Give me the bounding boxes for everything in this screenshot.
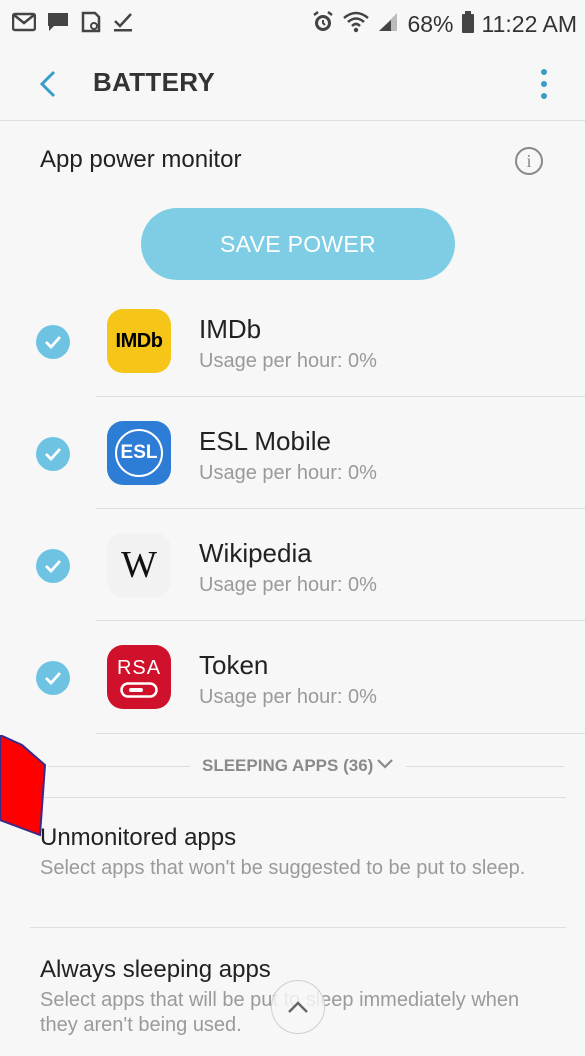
wifi-icon [343,11,370,38]
app-usage: Usage per hour: 0% [199,686,377,708]
app-row-token[interactable]: RSA Token Usage per hour: 0% [0,624,585,736]
app-row-imdb[interactable]: IMDb IMDb Usage per hour: 0% [0,288,585,400]
section-title: App power monitor [40,146,242,173]
checkmark-icon [45,336,62,349]
chevron-down-icon [377,759,393,769]
more-options-button[interactable] [529,66,559,102]
token-device-icon [120,681,158,698]
scroll-to-top-button[interactable] [271,980,325,1034]
app-bar: BATTERY [0,50,585,118]
more-vert-icon-dot [541,81,547,87]
notification-icons [11,11,134,38]
checkmark-icon [45,448,62,461]
app-usage: Usage per hour: 0% [199,462,377,484]
row-divider [96,620,585,621]
more-vert-icon-dot [541,93,547,99]
header-divider [0,120,585,121]
row-divider [96,733,585,734]
checkmark-icon [45,560,62,573]
signal-icon [377,11,399,38]
app-checkbox[interactable] [36,549,70,583]
wikipedia-logo-text: W [121,544,157,586]
task-check-icon [112,11,134,38]
app-name: ESL Mobile [199,426,331,456]
esl-logo-text: ESL [120,442,158,463]
alarm-icon [311,10,335,39]
wikipedia-app-icon: W [107,533,171,597]
screenshot-icon [80,11,102,38]
checkmark-icon [45,672,62,685]
esl-app-icon: ESL [107,421,171,485]
pref-divider [30,927,566,928]
more-vert-icon-dot [541,69,547,75]
rsa-token-app-icon: RSA [107,645,171,709]
battery-percent: 68% [407,10,454,37]
system-status: 68% 11:22 AM [311,10,577,39]
battery-icon [461,10,474,38]
app-name: Token [199,650,269,680]
row-divider [96,508,585,509]
app-usage: Usage per hour: 0% [199,574,377,596]
status-bar: 68% 11:22 AM [0,0,585,48]
pref-title: Unmonitored apps [40,824,237,851]
imdb-logo-text: IMDb [115,329,163,352]
pref-title: Always sleeping apps [40,956,271,983]
save-power-button[interactable]: SAVE POWER [141,208,455,280]
app-checkbox[interactable] [36,325,70,359]
sleeping-divider-left [48,766,190,767]
row-divider [96,396,585,397]
clock: 11:22 AM [481,10,577,37]
back-button[interactable] [28,64,68,104]
rsa-logo-text: RSA [116,656,162,679]
page-title: BATTERY [93,67,215,97]
chevron-up-icon [288,1001,308,1013]
annotation-arrow-icon [0,735,47,837]
pref-description: Select apps that won't be suggested to b… [40,857,526,879]
app-checkbox[interactable] [36,437,70,471]
app-name: Wikipedia [199,538,312,568]
app-checkbox[interactable] [36,661,70,695]
app-row-esl-mobile[interactable]: ESL ESL Mobile Usage per hour: 0% [0,400,585,512]
back-arrow-icon [39,70,56,98]
section-divider [30,797,566,798]
app-name: IMDb [199,314,262,344]
message-icon [46,11,70,38]
sleeping-divider-right [406,766,564,767]
app-usage: Usage per hour: 0% [199,350,377,372]
sleeping-apps-expander[interactable]: SLEEPING APPS (36) [0,752,585,782]
sleeping-apps-label: SLEEPING APPS (36) [202,756,374,775]
app-row-wikipedia[interactable]: W Wikipedia Usage per hour: 0% [0,512,585,624]
imdb-app-icon: IMDb [107,309,171,373]
email-icon [11,12,37,37]
info-icon[interactable]: i [515,147,543,175]
